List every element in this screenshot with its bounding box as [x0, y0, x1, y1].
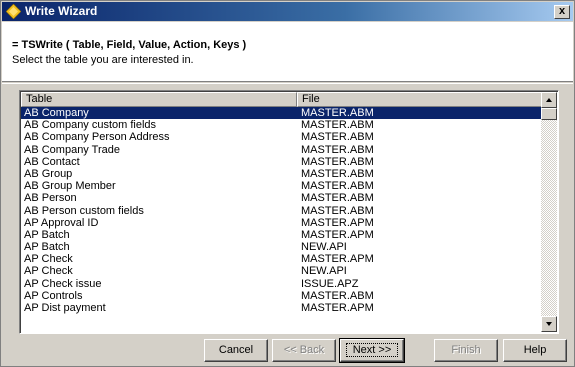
instruction-text: Select the table you are interested in.: [12, 54, 194, 66]
table-name-cell: AB Person: [24, 192, 77, 205]
table-row[interactable]: AP Check NEW.API: [21, 265, 543, 277]
column-header-file[interactable]: File: [297, 92, 543, 107]
table-name-cell: AB Company custom fields: [24, 119, 157, 132]
table-row[interactable]: AB Person custom fields MASTER.ABM: [21, 205, 543, 217]
table-name-cell: AP Batch: [24, 228, 70, 241]
table-row[interactable]: AP Controls MASTER.ABM: [21, 290, 543, 302]
file-name-cell: MASTER.ABM: [301, 289, 374, 302]
scroll-up-button[interactable]: [541, 92, 557, 108]
divider: [2, 83, 573, 84]
table-list-header: Table File: [21, 92, 543, 107]
back-button[interactable]: << Back: [272, 339, 336, 362]
arrow-up-icon: [546, 98, 552, 102]
table-list-rows: AB Company MASTER.ABM AB Company custom fi…: [21, 107, 543, 314]
table-row[interactable]: AB Company Trade MASTER.ABM: [21, 144, 543, 156]
finish-button[interactable]: Finish: [434, 339, 498, 362]
title-bar[interactable]: Write Wizard x: [2, 2, 573, 21]
help-button[interactable]: Help: [503, 339, 567, 362]
table-row[interactable]: AP Check MASTER.APM: [21, 253, 543, 265]
file-name-cell: NEW.API: [301, 265, 347, 278]
table-row[interactable]: AB Person MASTER.ABM: [21, 192, 543, 204]
vertical-scrollbar[interactable]: [541, 92, 557, 332]
table-name-cell: AB Person custom fields: [24, 204, 144, 217]
cancel-button[interactable]: Cancel: [204, 339, 268, 362]
file-name-cell: MASTER.ABM: [301, 155, 374, 168]
close-icon: x: [558, 5, 566, 17]
file-name-cell: MASTER.ABM: [301, 204, 374, 217]
next-button-label: Next >>: [345, 343, 399, 357]
table-name-cell: AP Controls: [24, 289, 83, 302]
table-name-cell: AP Batch: [24, 241, 70, 254]
function-signature: = TSWrite ( Table, Field, Value, Action,…: [12, 39, 247, 51]
window-title: Write Wizard: [25, 4, 98, 18]
table-name-cell: AB Group: [24, 167, 73, 180]
arrow-down-icon: [546, 322, 552, 326]
table-row[interactable]: AB Company Person Address MASTER.ABM: [21, 131, 543, 143]
file-name-cell: MASTER.APM: [301, 302, 374, 314]
file-name-cell: MASTER.ABM: [301, 131, 374, 144]
table-row[interactable]: AB Company MASTER.ABM: [21, 107, 543, 120]
file-name-cell: MASTER.ABM: [301, 192, 374, 205]
table-list[interactable]: Table File AB Company MASTER.ABM AB Compan…: [19, 90, 559, 334]
table-row[interactable]: AB Company custom fields MASTER.ABM: [21, 119, 543, 131]
scroll-thumb[interactable]: [541, 108, 557, 120]
table-name-cell: AB Company: [24, 107, 89, 119]
file-name-cell: MASTER.ABM: [301, 180, 374, 193]
table-row[interactable]: AP Batch MASTER.APM: [21, 229, 543, 241]
file-name-cell: NEW.API: [301, 241, 347, 254]
table-name-cell: AP Check issue: [24, 277, 102, 290]
column-header-table[interactable]: Table: [21, 92, 297, 107]
table-name-cell: AB Contact: [24, 155, 80, 168]
header-panel: = TSWrite ( Table, Field, Value, Action,…: [2, 22, 573, 82]
file-name-cell: MASTER.ABM: [301, 119, 374, 132]
table-name-cell: AP Check: [24, 265, 73, 278]
table-row[interactable]: AP Batch NEW.API: [21, 241, 543, 253]
table-name-cell: AP Approval ID: [24, 216, 99, 229]
table-row[interactable]: AP Check issue ISSUE.APZ: [21, 278, 543, 290]
file-name-cell: MASTER.APM: [301, 253, 374, 266]
file-name-cell: MASTER.APM: [301, 216, 374, 229]
table-name-cell: AB Group Member: [24, 180, 116, 193]
table-row[interactable]: AP Dist payment MASTER.APM: [21, 302, 543, 314]
table-row[interactable]: AB Contact MASTER.ABM: [21, 156, 543, 168]
table-row[interactable]: AB Group MASTER.ABM: [21, 168, 543, 180]
scroll-down-button[interactable]: [541, 316, 557, 332]
file-name-cell: MASTER.APM: [301, 228, 374, 241]
write-wizard-window: Write Wizard x = TSWrite ( Table, Field,…: [0, 0, 575, 367]
next-button[interactable]: Next >>: [339, 338, 405, 363]
file-name-cell: MASTER.ABM: [301, 107, 374, 119]
file-name-cell: MASTER.ABM: [301, 143, 374, 156]
table-name-cell: AP Check: [24, 253, 73, 266]
diamond-icon: [5, 3, 22, 20]
file-name-cell: MASTER.ABM: [301, 167, 374, 180]
close-button[interactable]: x: [554, 5, 570, 19]
table-row[interactable]: AP Approval ID MASTER.APM: [21, 217, 543, 229]
table-name-cell: AB Company Trade: [24, 143, 120, 156]
table-name-cell: AB Company Person Address: [24, 131, 170, 144]
table-name-cell: AP Dist payment: [24, 302, 106, 314]
file-name-cell: ISSUE.APZ: [301, 277, 359, 290]
table-row[interactable]: AB Group Member MASTER.ABM: [21, 180, 543, 192]
